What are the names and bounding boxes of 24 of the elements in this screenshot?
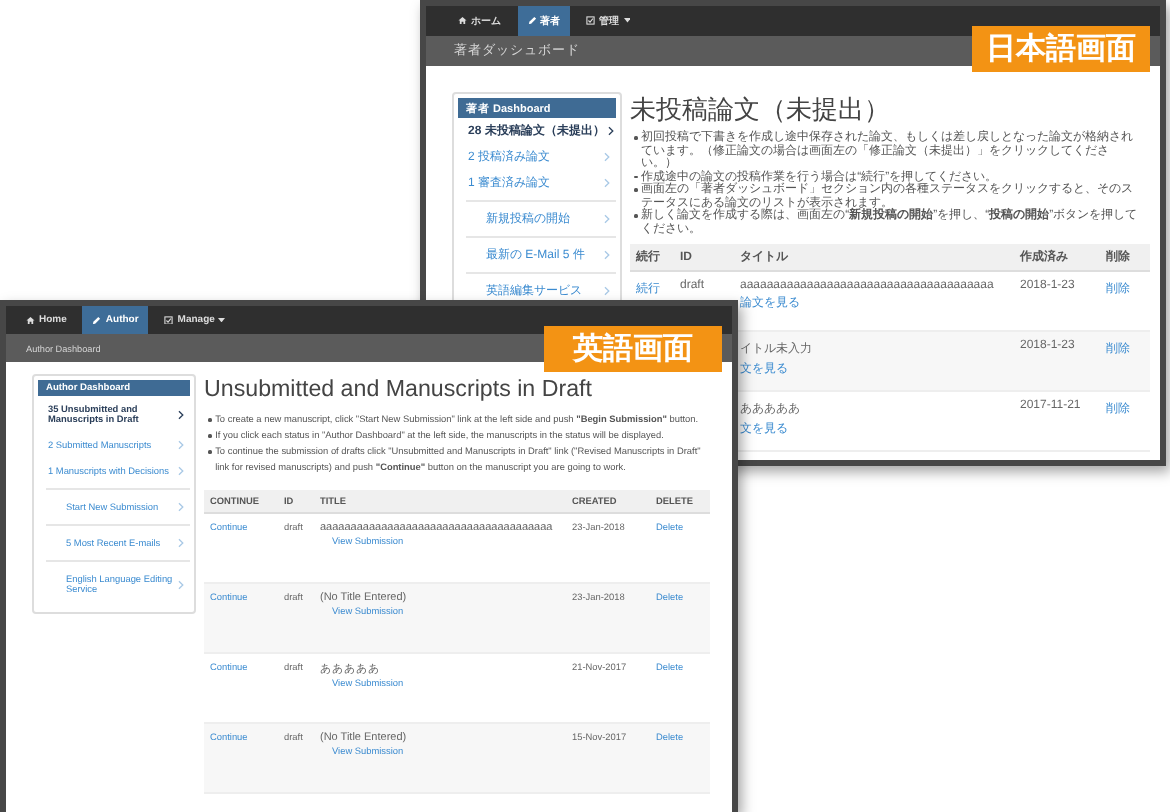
caret-icon [623,18,630,24]
language-label: 英語画面 [544,326,722,372]
chevron-icon [178,538,184,548]
page-title: Unsubmitted and Manuscripts in Draft [204,374,594,406]
home-icon [26,315,35,325]
page-title: 未投稿論文（未提出） [630,92,892,128]
chevron-icon [178,502,184,512]
chevron-icon [178,440,184,450]
chevron-icon [604,250,610,260]
chevron-icon [604,152,610,162]
chevron-icon [604,214,610,224]
checkbox-icon [586,16,595,26]
caret-icon [218,317,226,323]
chevron-icon [178,409,184,419]
chevron-icon [178,579,184,589]
home-icon [458,16,467,26]
chevron-icon [608,126,615,136]
chevron-icon [604,178,610,188]
language-label: 日本語画面 [972,26,1150,72]
chevron-icon [178,466,184,476]
pencil-icon [527,16,536,26]
checkbox-icon [164,315,174,325]
chevron-icon [604,286,610,296]
pencil-icon [92,315,102,325]
